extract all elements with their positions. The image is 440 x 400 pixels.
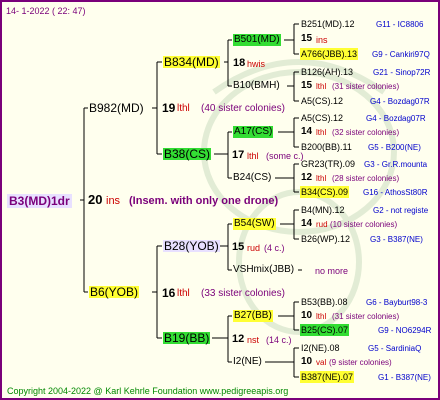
- gen2-2-note: (4 c.): [264, 243, 285, 253]
- root-note: (Insem. with only one drone): [129, 195, 279, 207]
- gen2-0-mark: hwis: [247, 59, 266, 69]
- gen4-12-label: B4(MN).12: [301, 205, 345, 215]
- gen4-11-loc: G16 - AthosSt80R: [363, 188, 428, 197]
- gen3-4-year: 14: [301, 218, 313, 229]
- gen1-mother-note: (33 sister colonies): [201, 288, 285, 299]
- gen1-mother-label: B6(YOB): [89, 285, 140, 299]
- gen3-4-label: B54(SW): [233, 218, 276, 230]
- gen4-9-loc: G3 - Gr.R.mounta: [364, 160, 428, 169]
- gen4-4-year: 15: [301, 80, 313, 91]
- gen4-9-label: GR23(TR).09: [301, 159, 356, 169]
- gen4-1-mark: ins: [316, 35, 328, 45]
- gen4-7-note: (32 sister colonies): [332, 128, 400, 137]
- gen4-13-loc: G3 - B387(NE): [370, 235, 423, 244]
- gen1-father-note: (40 sister colonies): [201, 103, 285, 114]
- gen4-2-loc: G9 - Cankiri97Q: [372, 50, 430, 59]
- gen4-6-label: A5(CS).12: [301, 113, 344, 123]
- gen4-13-label: B26(WP).12: [301, 234, 351, 244]
- gen1-father-label: B982(MD): [89, 101, 144, 115]
- gen4-6-loc: G4 - Bozdag07R: [366, 114, 426, 123]
- gen4-8-label: B200(BB).11: [301, 142, 352, 152]
- gen4-4-mark: lthl: [316, 82, 327, 91]
- gen2-1-year: 17: [232, 149, 245, 161]
- gen1-mother-mark: lthl: [177, 288, 190, 299]
- root-queen-label: B3(MD)1dr: [7, 194, 72, 208]
- gen3-2-label: A17(CS): [233, 126, 274, 138]
- gen3-6-note: (31 sister colonies): [332, 312, 400, 321]
- gen4-7-year: 14: [301, 126, 313, 137]
- gen2-2-year: 15: [232, 241, 245, 253]
- gen4-14-loc: G6 - Bayburt98-3: [366, 298, 428, 307]
- gen4-14-label: B53(BB).08: [301, 297, 348, 307]
- gen3-3-label: B24(CS): [233, 172, 272, 183]
- gen4-0-loc: G11 - IC8806: [376, 20, 424, 29]
- gen3-0-label: B501(MD): [233, 34, 281, 46]
- gen4-15-loc: G9 - NO6294R: [378, 326, 432, 335]
- gen4-4-note: (31 sister colonies): [332, 82, 400, 91]
- gen4-16-loc: G5 - SardiniaQ: [368, 344, 422, 353]
- gen4-11-label: B34(CS).09: [300, 186, 350, 198]
- gen1-father-mark: lthl: [177, 103, 190, 114]
- gen4-10-note: (28 sister colonies): [332, 174, 400, 183]
- gen3-6-year: 10: [301, 310, 313, 321]
- pedigree-frame: 14- 1-2022 ( 22: 47) B3(MD)1dr 20 ins (I…: [0, 0, 440, 400]
- gen4-5-loc: G4 - Bozdag07R: [370, 97, 430, 106]
- gen4-7-mark: lthl: [316, 128, 327, 137]
- gen3-5-label: VSHmix(JBB): [233, 264, 295, 275]
- gen2-2-label: B28(YOB): [163, 239, 220, 253]
- gen2-2-mark: rud: [247, 243, 261, 253]
- gen3-7-label: I2(NE): [233, 356, 262, 367]
- gen4-3-loc: G21 - Sinop72R: [373, 68, 431, 77]
- gen4-17-loc: G1 - B387(NE): [378, 373, 431, 382]
- gen4-12-loc: G2 - not registe: [373, 206, 429, 215]
- gen4-10-year: 12: [301, 172, 313, 183]
- gen4-2-label: A766(JBB).13: [300, 48, 359, 60]
- gen2-1-label: B38(CS): [163, 147, 212, 161]
- gen4-8-loc: G5 - B200(NE): [368, 143, 421, 152]
- gen4-16-label: I2(NE).08: [301, 343, 340, 353]
- root-year: 20: [88, 192, 103, 207]
- gen3-1-label: B10(BMH): [233, 80, 280, 91]
- gen2-1-mark: lthl: [247, 151, 259, 161]
- gen3-7-mark: val: [316, 358, 327, 367]
- gen3-6-mark: lthl: [316, 312, 327, 321]
- gen2-1-note: (some c.): [266, 151, 304, 161]
- gen3-4-mark: rud: [316, 220, 328, 229]
- gen3-5-no-more: no more: [315, 266, 349, 276]
- gen2-0-year: 18: [233, 57, 246, 69]
- gen3-7-note: (9 sister colonies): [329, 358, 392, 367]
- gen4-0-label: B251(MD).12: [301, 19, 355, 29]
- gen2-0-label: B834(MD): [163, 55, 220, 69]
- gen2-3-label: B19(BB): [163, 331, 211, 345]
- gen2-3-mark: nst: [247, 335, 260, 345]
- gen2-3-year: 12: [232, 333, 245, 345]
- gen4-15-label: B25(CS).07: [300, 324, 350, 336]
- gen4-17-label: B387(NE).07: [300, 371, 355, 383]
- gen4-5-label: A5(CS).12: [301, 96, 344, 106]
- print-date: 14- 1-2022 ( 22: 47): [6, 6, 86, 16]
- gen4-1-year: 15: [301, 33, 313, 44]
- copyright-footer: Copyright 2004-2022 @ Karl Kehrle Founda…: [7, 386, 289, 396]
- root-mark: ins: [106, 195, 121, 207]
- gen1-father-year: 19: [162, 101, 176, 115]
- gen1-mother-year: 16: [162, 286, 176, 300]
- gen4-10-mark: lthl: [316, 174, 327, 183]
- gen3-4-note: (10 sister colonies): [330, 220, 398, 229]
- gen2-3-note: (14 c.): [266, 335, 292, 345]
- gen4-3-label: B126(AH).13: [301, 67, 354, 77]
- gen3-6-label: B27(BB): [233, 310, 273, 322]
- gen3-7-year: 10: [301, 356, 313, 367]
